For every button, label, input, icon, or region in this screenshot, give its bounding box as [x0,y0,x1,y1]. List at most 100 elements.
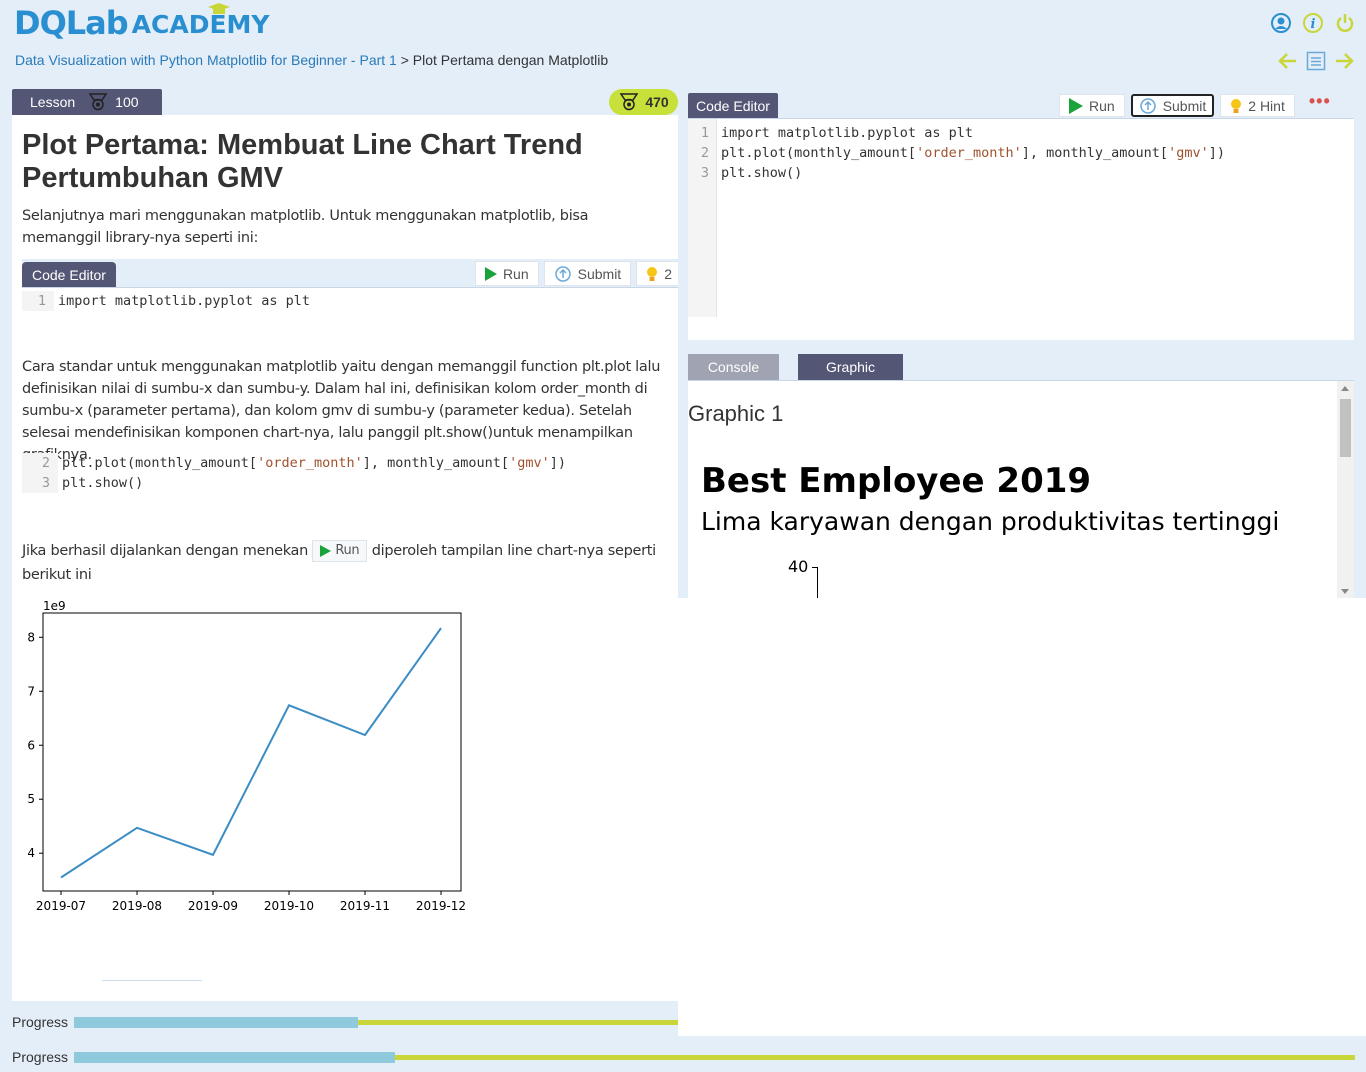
code-text: import matplotlib.pyplot as plt [58,293,310,309]
score-badge: 470 [609,89,678,115]
code-text: plt.show() [721,165,803,181]
progress-bar [74,1016,680,1028]
progress-bar [74,1051,1356,1063]
code-part: ]) [1208,145,1225,161]
code-part: ]) [549,455,566,471]
figure-y-axis [817,567,818,598]
code-line[interactable]: 1 import matplotlib.pyplot as plt [22,291,678,311]
logo-sub-text: ACADEMY [131,10,270,39]
embedded-editor-tab[interactable]: Code Editor [22,262,116,287]
code-line[interactable]: 3 plt.show() [688,163,1354,183]
more-options-button[interactable]: ••• [1309,92,1331,117]
lesson-tab-label: Lesson [30,94,76,110]
gmv-series-line [60,627,442,879]
run-button[interactable]: Run [1059,94,1125,117]
x-tick-label: 2019-07 [36,899,86,913]
code-line: 3 plt.show() [22,473,582,493]
y-tick-label: 6 [27,738,35,752]
y-offset-label: 1e9 [43,599,66,613]
hint-button[interactable]: 2 Hint [1220,94,1295,117]
x-tick-label: 2019-12 [416,899,466,913]
power-icon[interactable] [1333,11,1356,34]
progress-fill [74,1016,359,1028]
line-number: 2 [700,145,709,161]
x-tick-label: 2019-11 [340,899,390,913]
breadcrumb-course-link[interactable]: Data Visualization with Python Matplotli… [15,52,397,68]
embedded-submit-label: Submit [577,265,622,282]
code-part: plt.plot(monthly_amount[ [62,455,258,471]
code-editor[interactable]: 1 import matplotlib.pyplot as plt 2 plt.… [688,118,1354,340]
progress-label: Progress [12,1049,69,1065]
code-snippet: 2 plt.plot(monthly_amount['order_month']… [22,453,582,493]
code-text: plt.show() [62,475,144,491]
code-string: 'order_month' [257,455,363,471]
dqlab-logo[interactable]: DQLab ACADEMY [14,2,270,42]
svg-text:i: i [1310,17,1315,32]
tab-graphic[interactable]: Graphic [798,354,903,380]
graphic-output-pane: Graphic 1 Best Employee 2019 Lima karyaw… [688,380,1354,598]
hint-label: 2 Hint [1248,97,1285,114]
logo-main-text: DQLab [14,4,129,42]
embedded-submit-button[interactable]: Submit [543,261,632,286]
blank-area [678,598,1366,1036]
y-tick-label: 4 [27,846,35,860]
medal-icon [619,93,639,111]
play-icon [484,266,497,281]
lesson-xp: 100 [115,94,139,110]
inline-run-label: Run [335,543,360,558]
figure-subtitle: Lima karyawan dengan produktivitas terti… [701,507,1280,536]
lesson-tab[interactable]: Lesson 100 [12,89,162,115]
progress-fill-fixed [74,1051,396,1063]
x-tick-label: 2019-10 [264,899,314,913]
scroll-down-arrow[interactable] [1341,589,1349,594]
arrow-left-icon[interactable] [1278,50,1298,72]
code-text: plt.plot(monthly_amount['order_month'], … [717,143,1225,163]
figure-title: Best Employee 2019 [701,461,1092,501]
x-tick-label: 2019-09 [188,899,238,913]
list-icon[interactable] [1306,50,1326,72]
line-number: 2 [22,453,58,473]
code-part: ], monthly_amount[ [362,455,510,471]
embedded-code-editor: Code Editor Run Submit 2 1 import matplo… [22,259,678,312]
lightbulb-icon [1231,98,1242,113]
code-string: 'order_month' [916,145,1022,161]
lesson-title: Plot Pertama: Membuat Line Chart Trend P… [22,129,583,194]
embedded-run-label: Run [502,265,529,282]
lesson-paragraph-3: Jika berhasil dijalankan dengan menekan … [22,539,662,587]
run-label: Run [1089,97,1115,114]
submit-button[interactable]: Submit [1130,94,1215,117]
inline-run-button: Run [312,540,368,562]
medal-icon [88,93,108,111]
code-part: ], monthly_amount[ [1021,145,1169,161]
code-text: import matplotlib.pyplot as plt [721,125,973,141]
user-circle-icon[interactable] [1269,11,1292,34]
embedded-hint-count: 2 [664,265,672,282]
y-tick-label: 7 [27,684,35,698]
scroll-thumb[interactable] [1340,399,1351,457]
embedded-hint-button[interactable]: 2 [636,261,678,286]
progress-label: Progress [12,1014,69,1030]
gmv-line-chart: 4 5 6 7 8 2019-07 2019-08 2019-09 2019-10 2019-11… [27,599,466,913]
lesson-content: Plot Pertama: Membuat Line Chart Trend P… [12,115,678,1001]
paragraph-3-start: Jika berhasil dijalankan dengan menekan [22,543,309,559]
lightbulb-icon [647,266,658,281]
graphic-scrollbar[interactable] [1337,381,1354,598]
code-line: 2 plt.plot(monthly_amount['order_month']… [22,453,582,473]
submit-label: Submit [1162,97,1207,114]
code-line[interactable]: 2 plt.plot(monthly_amount['order_month']… [688,143,1354,163]
line-number: 1 [22,291,54,311]
arrow-right-icon[interactable] [1334,50,1354,72]
code-line[interactable]: 1 import matplotlib.pyplot as plt [688,123,1354,143]
code-editor-tab[interactable]: Code Editor [688,93,778,118]
embedded-run-button[interactable]: Run [474,261,539,286]
lesson-paragraph-1: Selanjutnya mari menggunakan matplotlib.… [22,208,589,246]
tab-console[interactable]: Console [688,354,779,380]
figure-y-tick: 40 [788,557,809,576]
scroll-up-arrow[interactable] [1341,386,1349,391]
progress-row-2: Progress [12,1049,1356,1065]
y-tick-label: 5 [27,792,35,806]
upload-icon [554,265,571,282]
code-string: 'gmv' [509,455,550,471]
breadcrumb: Data Visualization with Python Matplotli… [15,52,608,68]
info-icon[interactable]: i [1301,11,1324,34]
